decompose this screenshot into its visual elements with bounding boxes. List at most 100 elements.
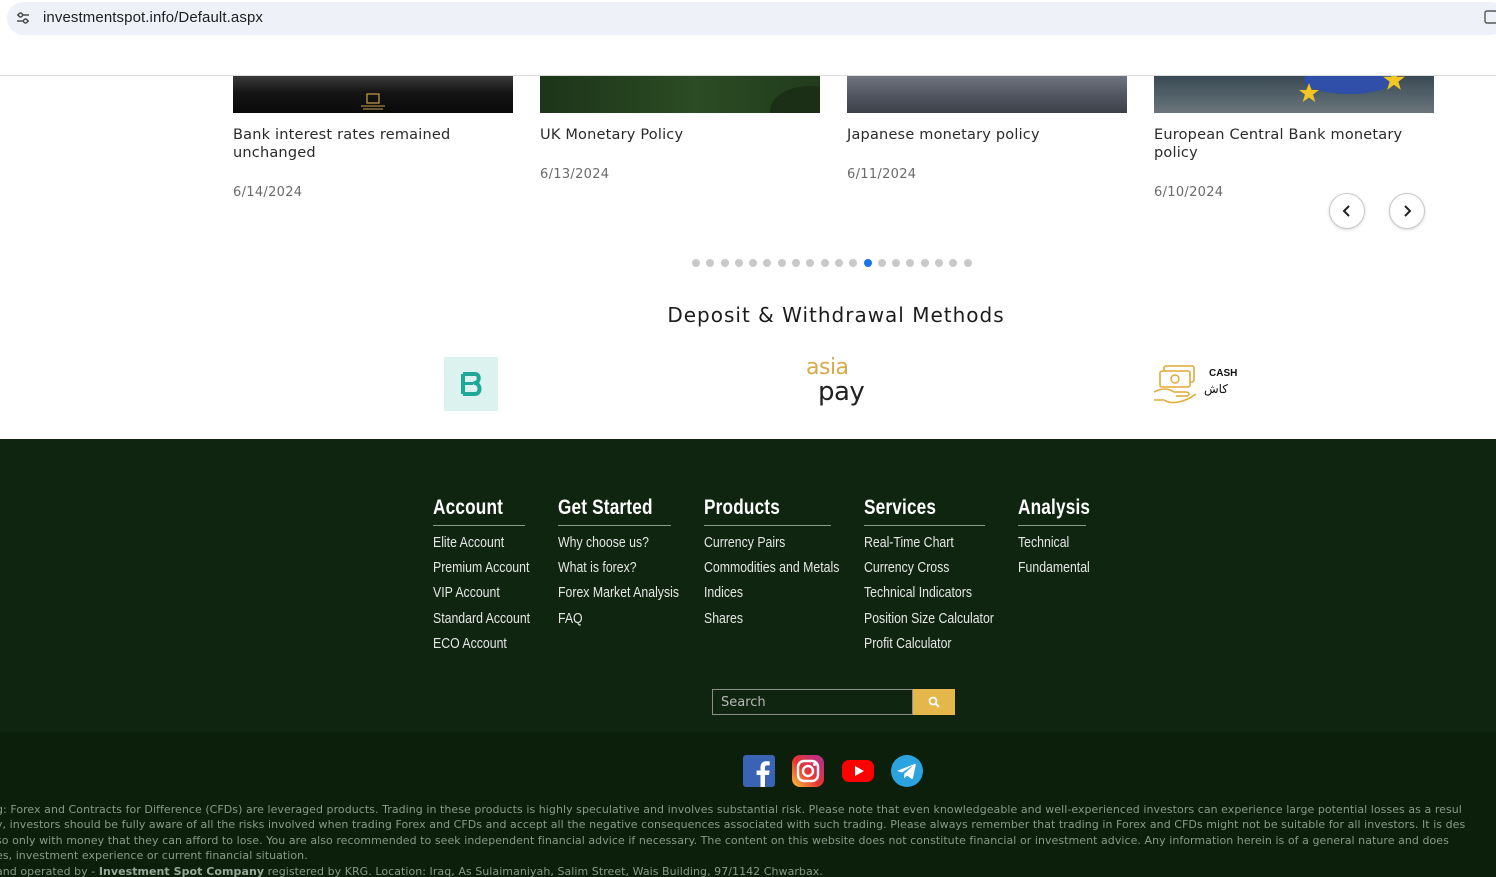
footer-link[interactable]: Forex Market Analysis <box>558 580 679 605</box>
carousel-prev-button[interactable] <box>1329 193 1365 229</box>
news-title[interactable]: European Central Bank monetary policy <box>1154 126 1434 162</box>
carousel-dot[interactable] <box>963 259 972 267</box>
star-icon <box>1299 83 1319 102</box>
footer-link[interactable]: Shares <box>704 606 839 631</box>
footer-link[interactable]: FAQ <box>558 606 679 631</box>
footer-col-services: Services Real-Time Chart Currency Cross … <box>864 493 1022 656</box>
telegram-icon[interactable] <box>891 755 923 787</box>
carousel-dot[interactable] <box>806 259 815 267</box>
footer-link[interactable]: Profit Calculator <box>864 631 994 656</box>
carousel-dot[interactable] <box>920 259 929 267</box>
carousel-dot[interactable] <box>692 259 700 267</box>
news-date: 6/11/2024 <box>847 167 917 182</box>
carousel-dot[interactable] <box>734 259 743 267</box>
footer-col-get-started: Get Started Why choose us? What is forex… <box>558 493 706 631</box>
browser-toolbar: investmentspot.info/Default.aspx <box>0 0 1496 76</box>
footer-link[interactable]: Standard Account <box>433 606 530 631</box>
footer-col-divider <box>433 525 525 526</box>
footer-search <box>712 689 955 715</box>
carousel-dot[interactable] <box>849 259 858 267</box>
news-thumbnail[interactable] <box>233 76 513 113</box>
instagram-icon[interactable] <box>792 755 824 787</box>
carousel-dot[interactable] <box>777 259 786 267</box>
news-thumbnail[interactable] <box>847 76 1127 113</box>
carousel-dot[interactable] <box>820 259 829 267</box>
news-title[interactable]: UK Monetary Policy <box>540 126 820 144</box>
footer-col-divider <box>558 525 671 526</box>
carousel-dot[interactable] <box>877 259 886 267</box>
carousel-dot[interactable] <box>706 259 715 267</box>
asia-pay-bottom-text: pay <box>818 377 865 407</box>
search-button[interactable] <box>913 689 955 715</box>
footer-link[interactable]: Why choose us? <box>558 530 679 555</box>
footer-col-analysis: Analysis Technical Fundamental <box>1018 493 1106 580</box>
footer-link[interactable]: Currency Pairs <box>704 530 839 555</box>
asia-pay-logo: asia pay <box>806 356 866 412</box>
news-thumbnail[interactable] <box>1154 76 1434 113</box>
carousel-dot[interactable] <box>720 259 729 267</box>
footer-col-title: Products <box>704 496 780 519</box>
footer-col-title: Account <box>433 496 504 519</box>
news-title[interactable]: Bank interest rates remained unchanged <box>233 126 513 162</box>
site-settings-icon[interactable] <box>16 11 30 25</box>
footer-link[interactable]: Currency Cross <box>864 555 994 580</box>
cash-logo: CASH كاش <box>1152 360 1237 408</box>
footer-col-divider <box>864 525 985 526</box>
deposit-heading: Deposit & Withdrawal Methods <box>667 303 1005 327</box>
carousel-dot[interactable] <box>749 259 758 267</box>
search-input[interactable] <box>712 689 913 715</box>
search-icon <box>928 696 940 708</box>
carousel-dot-active[interactable] <box>863 259 872 267</box>
carousel-dot[interactable] <box>834 259 843 267</box>
footer-link[interactable]: Technical Indicators <box>864 580 994 605</box>
footer-link[interactable]: Position Size Calculator <box>864 606 994 631</box>
url-text[interactable]: investmentspot.info/Default.aspx <box>43 9 263 26</box>
extension-icon[interactable] <box>1484 10 1496 24</box>
footer-link[interactable]: Commodities and Metals <box>704 555 839 580</box>
footer-link[interactable]: Real-Time Chart <box>864 530 994 555</box>
footer-link[interactable]: Premium Account <box>433 555 530 580</box>
chevron-left-icon <box>1342 205 1350 217</box>
cash-label: CASH <box>1209 368 1238 379</box>
footer-col-title: Analysis <box>1018 496 1091 519</box>
news-title[interactable]: Japanese monetary policy <box>847 126 1127 144</box>
cash-hand-icon <box>1153 365 1197 404</box>
carousel-dot[interactable] <box>792 259 801 267</box>
carousel-dot[interactable] <box>892 259 901 267</box>
footer-col-account: Account Elite Account Premium Account VI… <box>433 493 551 656</box>
carousel-dot[interactable] <box>949 259 958 267</box>
news-card[interactable]: UK Monetary Policy <box>540 76 820 144</box>
risk-disclaimer: g: Forex and Contracts for Difference (C… <box>0 803 1466 877</box>
carousel-dot[interactable] <box>906 259 915 267</box>
footer-col-divider <box>1018 525 1086 526</box>
address-bar[interactable]: investmentspot.info/Default.aspx <box>7 2 1496 35</box>
carousel-dot[interactable] <box>763 259 772 267</box>
news-card[interactable]: Bank interest rates remained unchanged <box>233 76 513 162</box>
company-name: Investment Spot Company <box>98 864 265 877</box>
footer-link[interactable]: Elite Account <box>433 530 530 555</box>
news-date: 6/10/2024 <box>1154 185 1224 200</box>
chevron-right-icon <box>1404 205 1412 217</box>
footer-link[interactable]: Fundamental <box>1018 555 1090 580</box>
footer-link[interactable]: What is forex? <box>558 555 679 580</box>
b-payment-logo <box>444 357 498 411</box>
news-card[interactable]: European Central Bank monetary policy <box>1154 76 1434 162</box>
footer-link[interactable]: Indices <box>704 580 839 605</box>
footer-col-title: Services <box>864 496 937 519</box>
news-date: 6/14/2024 <box>233 185 303 200</box>
footer-link[interactable]: VIP Account <box>433 580 530 605</box>
cash-label-arabic: كاش <box>1204 382 1229 396</box>
footer-col-divider <box>704 525 831 526</box>
carousel-dot[interactable] <box>935 259 944 267</box>
footer-link[interactable]: Technical <box>1018 530 1090 555</box>
news-date: 6/13/2024 <box>540 167 610 182</box>
news-thumbnail[interactable] <box>540 76 820 113</box>
youtube-icon[interactable] <box>842 755 874 787</box>
brand-emblem-icon <box>361 93 385 110</box>
footer-col-title: Get Started <box>558 496 653 519</box>
news-card[interactable]: Japanese monetary policy <box>847 76 1127 144</box>
facebook-icon[interactable] <box>743 755 775 787</box>
footer-link[interactable]: ECO Account <box>433 631 530 656</box>
carousel-pagination <box>692 259 972 267</box>
carousel-next-button[interactable] <box>1389 193 1425 229</box>
